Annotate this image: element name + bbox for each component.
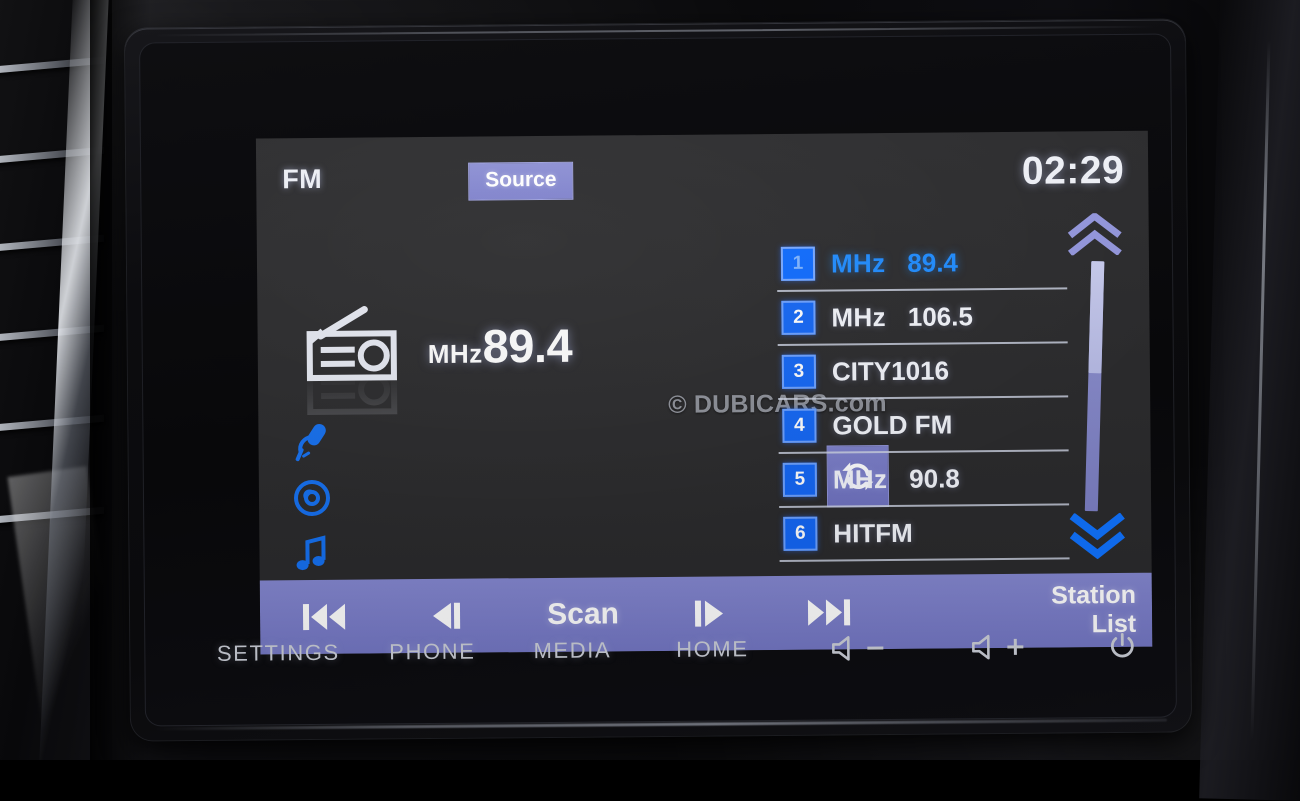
- preset-number-badge: 3: [782, 355, 816, 389]
- microphone-icon[interactable]: [288, 420, 334, 464]
- band-label: FM: [282, 164, 322, 195]
- preset-label: GOLD FM: [832, 409, 952, 441]
- station-list-line1: Station: [1051, 582, 1136, 610]
- head-unit-inner-bezel: FM Source 02:29: [139, 34, 1177, 727]
- lcd-header: FM Source 02:29: [256, 131, 1149, 223]
- phone-button[interactable]: PHONE: [367, 624, 497, 679]
- preset-unit: MHz: [831, 248, 886, 278]
- preset-number-badge: 4: [782, 409, 816, 443]
- preset-station-list[interactable]: 1 MHz 89.4 2 MHz 106.5 3 CITY1016: [777, 235, 1070, 562]
- preset-scrollbar[interactable]: [1063, 213, 1131, 634]
- scrollbar-thumb[interactable]: [1088, 261, 1104, 373]
- preset-value: 106.5: [908, 301, 973, 332]
- head-unit: FM Source 02:29: [125, 19, 1191, 740]
- preset-row[interactable]: 1 MHz 89.4: [777, 235, 1067, 292]
- speaker-minus-icon: [829, 634, 885, 662]
- media-source-icons: [276, 420, 347, 589]
- preset-value: CITY1016: [832, 355, 949, 386]
- preset-number-badge: 6: [783, 517, 817, 551]
- lcd-screen[interactable]: FM Source 02:29: [256, 131, 1152, 655]
- preset-unit: MHz: [831, 302, 886, 332]
- settings-button[interactable]: SETTINGS: [203, 626, 353, 681]
- preset-value: 89.4: [907, 247, 958, 277]
- volume-down-button[interactable]: [797, 621, 917, 676]
- preset-value: GOLD FM: [832, 409, 952, 440]
- preset-label: HITFM: [833, 517, 913, 549]
- power-button[interactable]: [1077, 619, 1167, 674]
- scroll-down-button[interactable]: [1069, 513, 1125, 559]
- volume-up-button[interactable]: [937, 620, 1057, 675]
- preset-label: MHz 106.5: [831, 301, 973, 333]
- preset-number-badge: 1: [781, 247, 815, 281]
- source-button[interactable]: Source: [468, 162, 574, 201]
- preset-row[interactable]: 2 MHz 106.5: [777, 289, 1067, 346]
- preset-unit: MHz: [833, 464, 888, 494]
- preset-label: CITY1016: [832, 355, 949, 387]
- clock-display: 02:29: [1022, 149, 1125, 194]
- scroll-up-button[interactable]: [1067, 213, 1123, 255]
- preset-label: MHz 90.8: [833, 463, 960, 495]
- chevron-down-icon: [1069, 513, 1125, 559]
- chevron-up-icon: [1067, 213, 1123, 255]
- preset-row[interactable]: 3 CITY1016: [778, 343, 1068, 400]
- preset-number-badge: 2: [781, 301, 815, 335]
- preset-row[interactable]: 4 GOLD FM: [778, 397, 1068, 454]
- preset-row[interactable]: 5 MHz 90.8: [779, 451, 1069, 508]
- power-icon: [1107, 631, 1137, 661]
- preset-row[interactable]: 6 HITFM: [779, 505, 1069, 562]
- media-button[interactable]: MEDIA: [507, 623, 637, 678]
- music-note-icon[interactable]: [289, 532, 335, 576]
- preset-label: MHz 89.4: [831, 247, 958, 279]
- preset-value: HITFM: [833, 517, 913, 548]
- current-frequency: MHz89.4: [427, 318, 572, 374]
- preset-value: 90.8: [909, 463, 960, 493]
- frequency-value: 89.4: [482, 319, 572, 373]
- scrollbar-track[interactable]: [1085, 261, 1105, 511]
- home-button[interactable]: HOME: [647, 622, 777, 677]
- preset-number-badge: 5: [783, 463, 817, 497]
- speaker-plus-icon: [969, 633, 1025, 661]
- disc-icon[interactable]: [289, 476, 335, 520]
- hardware-button-row: SETTINGS PHONE MEDIA HOME: [195, 619, 1155, 681]
- frequency-unit: MHz: [428, 339, 483, 369]
